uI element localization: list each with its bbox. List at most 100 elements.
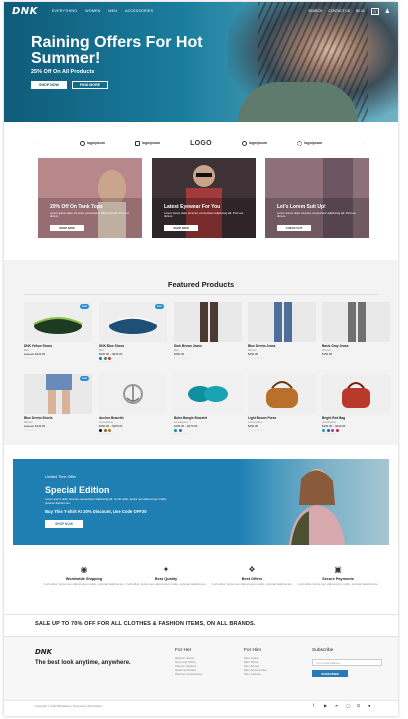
current-price: $100.00 – $120.00 (322, 424, 346, 428)
cart-icon[interactable]: 0 (370, 7, 379, 15)
footer-link[interactable]: Men Jackets (244, 672, 267, 676)
footer-heading: For Him (244, 648, 262, 653)
special-offer: Buy This T-shirt At 20% Discount, Use Co… (45, 509, 147, 514)
product-name[interactable]: Bright Red Bag (322, 416, 390, 420)
product-card[interactable]: Sale! DNK Blue Shoes Men $200.00 – $240.00 ☆… (99, 302, 167, 364)
product-name[interactable]: Basic Gray Jeans (322, 344, 390, 348)
star-rating-icon: ☆☆☆☆☆ (322, 355, 337, 360)
promo-text: Lorem ipsum dolor sit amet, consectetur … (277, 211, 357, 219)
star-rating-icon: ☆☆☆☆☆ (248, 427, 263, 432)
facebook-icon[interactable]: f (313, 703, 314, 708)
special-edition-banner: Limited Time Offer Special Edition Lorem… (13, 459, 389, 545)
product-card[interactable]: Anchor Bracelet Accessories $150.00 – $180… (99, 374, 167, 436)
product-card[interactable]: Sale! Blue Denim Shorts Women $150.00$130.0… (24, 374, 92, 432)
sale-badge: Sale! (155, 304, 164, 309)
nav-contact[interactable]: CONTACT US (328, 9, 350, 13)
twitter-icon[interactable]: ❧ (335, 703, 339, 708)
feature-payments: ▣ Secure Payments It elit tellus, luctus… (292, 565, 384, 586)
current-price: $150.00 – $170.00 (174, 424, 198, 428)
star-rating-icon: ☆☆☆☆☆ (99, 431, 114, 436)
promo-card-suit[interactable]: Let's Lorem Suit Up! Lorem ipsum dolor s… (265, 158, 369, 238)
promo-card-tank-tops[interactable]: 20% Off On Tank Tops Lorem ipsum dolor s… (38, 158, 142, 238)
feature-quality: ✦ Best Quality It elit tellus, luctus ne… (120, 565, 212, 586)
medal-icon: ✦ (162, 565, 170, 574)
promo-text: Lorem ipsum dolor sit amet, consectetur … (50, 211, 130, 219)
product-card[interactable]: Dark Brown Jeans Men $150.00 ☆☆☆☆☆ (174, 302, 242, 360)
top-nav: DNK EVERYTHING WOMEN MEN ACCESSORIES SEA… (4, 2, 398, 20)
product-image[interactable]: Sale! (99, 302, 167, 342)
product-name[interactable]: Dark Brown Jeans (174, 344, 242, 348)
brand-logo-2: logoipsum (134, 140, 160, 146)
product-image[interactable]: Sale! (24, 374, 92, 414)
product-name[interactable]: Blue Denim Jeans (248, 344, 316, 348)
promo-check-out-button[interactable]: CHECK OUT (277, 225, 311, 231)
site-logo[interactable]: DNK (12, 6, 38, 17)
footer-heading: Subscribe (312, 648, 334, 653)
product-image[interactable] (248, 302, 316, 342)
product-card[interactable]: Blue Denim Jeans Women $150.00 ☆☆☆☆☆ (248, 302, 316, 360)
cart-total[interactable]: $0.00 (356, 9, 365, 13)
brand-next-icon[interactable]: › (364, 141, 365, 146)
product-name[interactable]: Blue Denim Shorts (24, 416, 92, 420)
product-name[interactable]: Anchor Bracelet (99, 416, 167, 420)
product-image[interactable] (248, 374, 316, 414)
nav-link-accessories[interactable]: ACCESSORIES (125, 9, 153, 13)
hero-title: Raining Offers For Hot Summer! (31, 34, 203, 67)
product-name[interactable]: DNK Blue Shoes (99, 344, 167, 348)
brand-mark-icon (134, 140, 140, 146)
promo-card-eyewear[interactable]: Latest Eyewear For You Lorem ipsum dolor… (152, 158, 256, 238)
product-name[interactable]: Light Brown Purse (248, 416, 316, 420)
subscribe-email-input[interactable]: Your email address... (312, 659, 382, 666)
feature-text: It elit tellus, luctus nec ullamcorper m… (211, 581, 293, 586)
promo-shop-now-button[interactable]: SHOP NOW (50, 225, 84, 231)
nav-search[interactable]: SEARCH (308, 9, 322, 13)
star-rating-icon: ☆☆☆☆☆ (248, 355, 263, 360)
feature-title: Secure Payments (322, 577, 354, 581)
lock-icon: ▣ (334, 565, 342, 574)
product-image[interactable] (322, 302, 390, 342)
promo-title: Latest Eyewear For You (164, 204, 221, 210)
product-card[interactable]: Light Brown Purse Accessories $150.00 ☆☆☆☆☆ (248, 374, 316, 432)
instagram-icon[interactable]: ◯ (346, 703, 351, 708)
product-card[interactable]: Boho Bangle Bracelet Accessories $150.00 –… (174, 374, 242, 436)
feature-text: It elit tellus, luctus nec ullamcorper m… (125, 581, 207, 586)
hero-find-more-button[interactable]: FIND MORE (72, 81, 108, 89)
hero-subtitle: 25% Off On All Products (31, 69, 95, 75)
product-image[interactable] (99, 374, 167, 414)
product-image[interactable] (322, 374, 390, 414)
footer-heading: For Her (175, 648, 192, 653)
footer-link[interactable]: Women Accessories (175, 672, 202, 676)
footer-logo[interactable]: DNK (35, 648, 52, 656)
brand-logo-4: logoipsum (241, 140, 267, 146)
nav-links: EVERYTHING WOMEN MEN ACCESSORIES (52, 9, 153, 13)
promo-title: 20% Off On Tank Tops (50, 204, 103, 210)
product-image[interactable]: Sale! (24, 302, 92, 342)
feature-shipping: ◉ Worldwide Shipping It elit tellus, luc… (38, 565, 130, 586)
youtube-icon[interactable]: ▶ (324, 703, 327, 708)
product-name[interactable]: DNK Yellow Shoes (24, 344, 92, 348)
special-shop-now-button[interactable]: SHOP NOW (45, 520, 83, 528)
star-rating-icon: ☆☆☆☆☆ (24, 355, 39, 360)
special-title: Special Edition (45, 485, 110, 495)
promo-shop-now-button[interactable]: SHOP NOW (164, 225, 198, 231)
github-icon[interactable]: ● (368, 703, 371, 708)
product-illustration (342, 382, 370, 408)
current-price: $150.00 – $180.00 (99, 424, 123, 428)
brand-mark-icon (79, 140, 85, 146)
nav-link-everything[interactable]: EVERYTHING (52, 9, 77, 13)
featured-title: Featured Products (167, 280, 235, 289)
product-card[interactable]: Basic Gray Jeans Women $150.00 ☆☆☆☆☆ (322, 302, 390, 360)
product-name[interactable]: Boho Bangle Bracelet (174, 416, 242, 420)
subscribe-button[interactable]: SUBSCRIBE (312, 670, 348, 677)
star-rating-icon: ☆☆☆☆☆ (174, 431, 189, 436)
product-image[interactable] (174, 302, 242, 342)
nav-link-women[interactable]: WOMEN (85, 9, 100, 13)
product-card[interactable]: Bright Red Bag Accessories $100.00 – $120.… (322, 374, 390, 436)
google-icon[interactable]: G (357, 703, 360, 708)
feature-text: It elit tellus, luctus nec ullamcorper m… (43, 581, 125, 586)
user-icon[interactable]: ♟ (385, 8, 390, 15)
nav-link-men[interactable]: MEN (108, 9, 117, 13)
hero-shop-now-button[interactable]: SHOP NOW (31, 81, 67, 89)
product-card[interactable]: Sale! DNK Yellow Shoes Men $150.00$120.00 ☆☆… (24, 302, 92, 360)
product-image[interactable] (174, 374, 242, 414)
